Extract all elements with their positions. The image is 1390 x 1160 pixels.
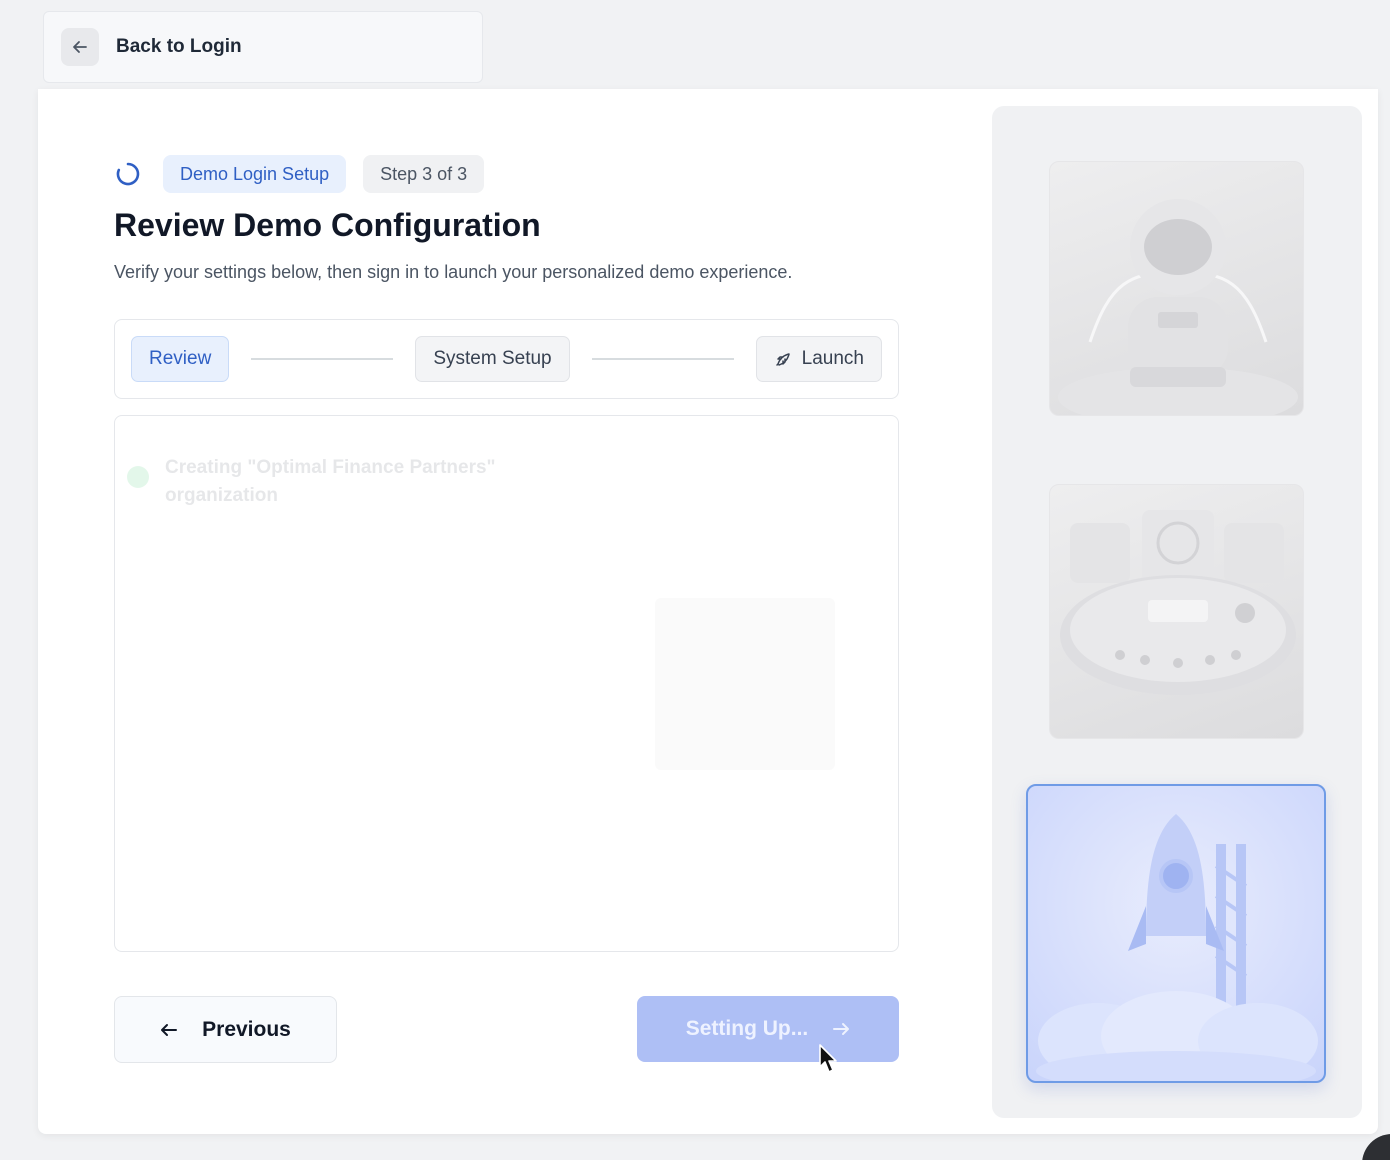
setting-up-button[interactable]: Setting Up... xyxy=(637,996,899,1062)
arrow-right-icon xyxy=(832,1020,850,1038)
demo-login-setup-badge: Demo Login Setup xyxy=(163,155,347,193)
back-to-login-label[interactable]: Back to Login xyxy=(116,36,242,58)
back-to-login-bar[interactable]: Back to Login xyxy=(43,11,483,83)
log-item-text: Creating "Optimal Finance Partners" orga… xyxy=(165,457,496,506)
progress-stepper: Review System Setup Launch xyxy=(114,319,899,399)
arrow-left-icon xyxy=(73,41,87,53)
loading-spinner-icon xyxy=(114,160,142,188)
page-title: Review Demo Configuration xyxy=(114,207,541,243)
step-launch[interactable]: Launch xyxy=(755,336,882,382)
back-button[interactable] xyxy=(61,28,99,66)
previous-button[interactable]: Previous xyxy=(114,996,337,1063)
check-circle-icon xyxy=(127,466,149,488)
floating-action-button[interactable] xyxy=(1362,1134,1390,1160)
arrow-left-icon xyxy=(160,1021,178,1039)
log-item: Creating "Optimal Finance Partners" orga… xyxy=(127,454,525,510)
step-counter-badge: Step 3 of 3 xyxy=(363,155,485,193)
step-connector xyxy=(251,358,394,360)
step-system-setup-label: System Setup xyxy=(433,348,552,369)
setup-progress-log: Creating "Optimal Finance Partners" orga… xyxy=(114,415,899,952)
step-launch-label: Launch xyxy=(801,348,864,369)
rocket-icon xyxy=(775,353,790,366)
header-badges: Demo Login Setup Step 3 of 3 xyxy=(114,155,485,193)
rocket-launch-illustration[interactable] xyxy=(1026,784,1326,1083)
step-review[interactable]: Review xyxy=(131,336,230,382)
step-system-setup[interactable]: System Setup xyxy=(415,336,570,382)
previous-button-label: Previous xyxy=(202,1017,291,1041)
control-panel-illustration[interactable] xyxy=(1049,484,1304,739)
mouse-cursor-icon xyxy=(819,1044,837,1073)
illustration-sidebar xyxy=(992,106,1362,1118)
step-connector xyxy=(591,358,734,360)
setting-up-button-label: Setting Up... xyxy=(685,1017,809,1040)
astronaut-illustration[interactable] xyxy=(1049,161,1304,416)
setup-card: Demo Login Setup Step 3 of 3 Review Demo… xyxy=(38,89,1378,1134)
step-review-label: Review xyxy=(149,348,212,369)
loading-placeholder xyxy=(655,598,835,770)
page-subtitle: Verify your settings below, then sign in… xyxy=(114,262,793,282)
